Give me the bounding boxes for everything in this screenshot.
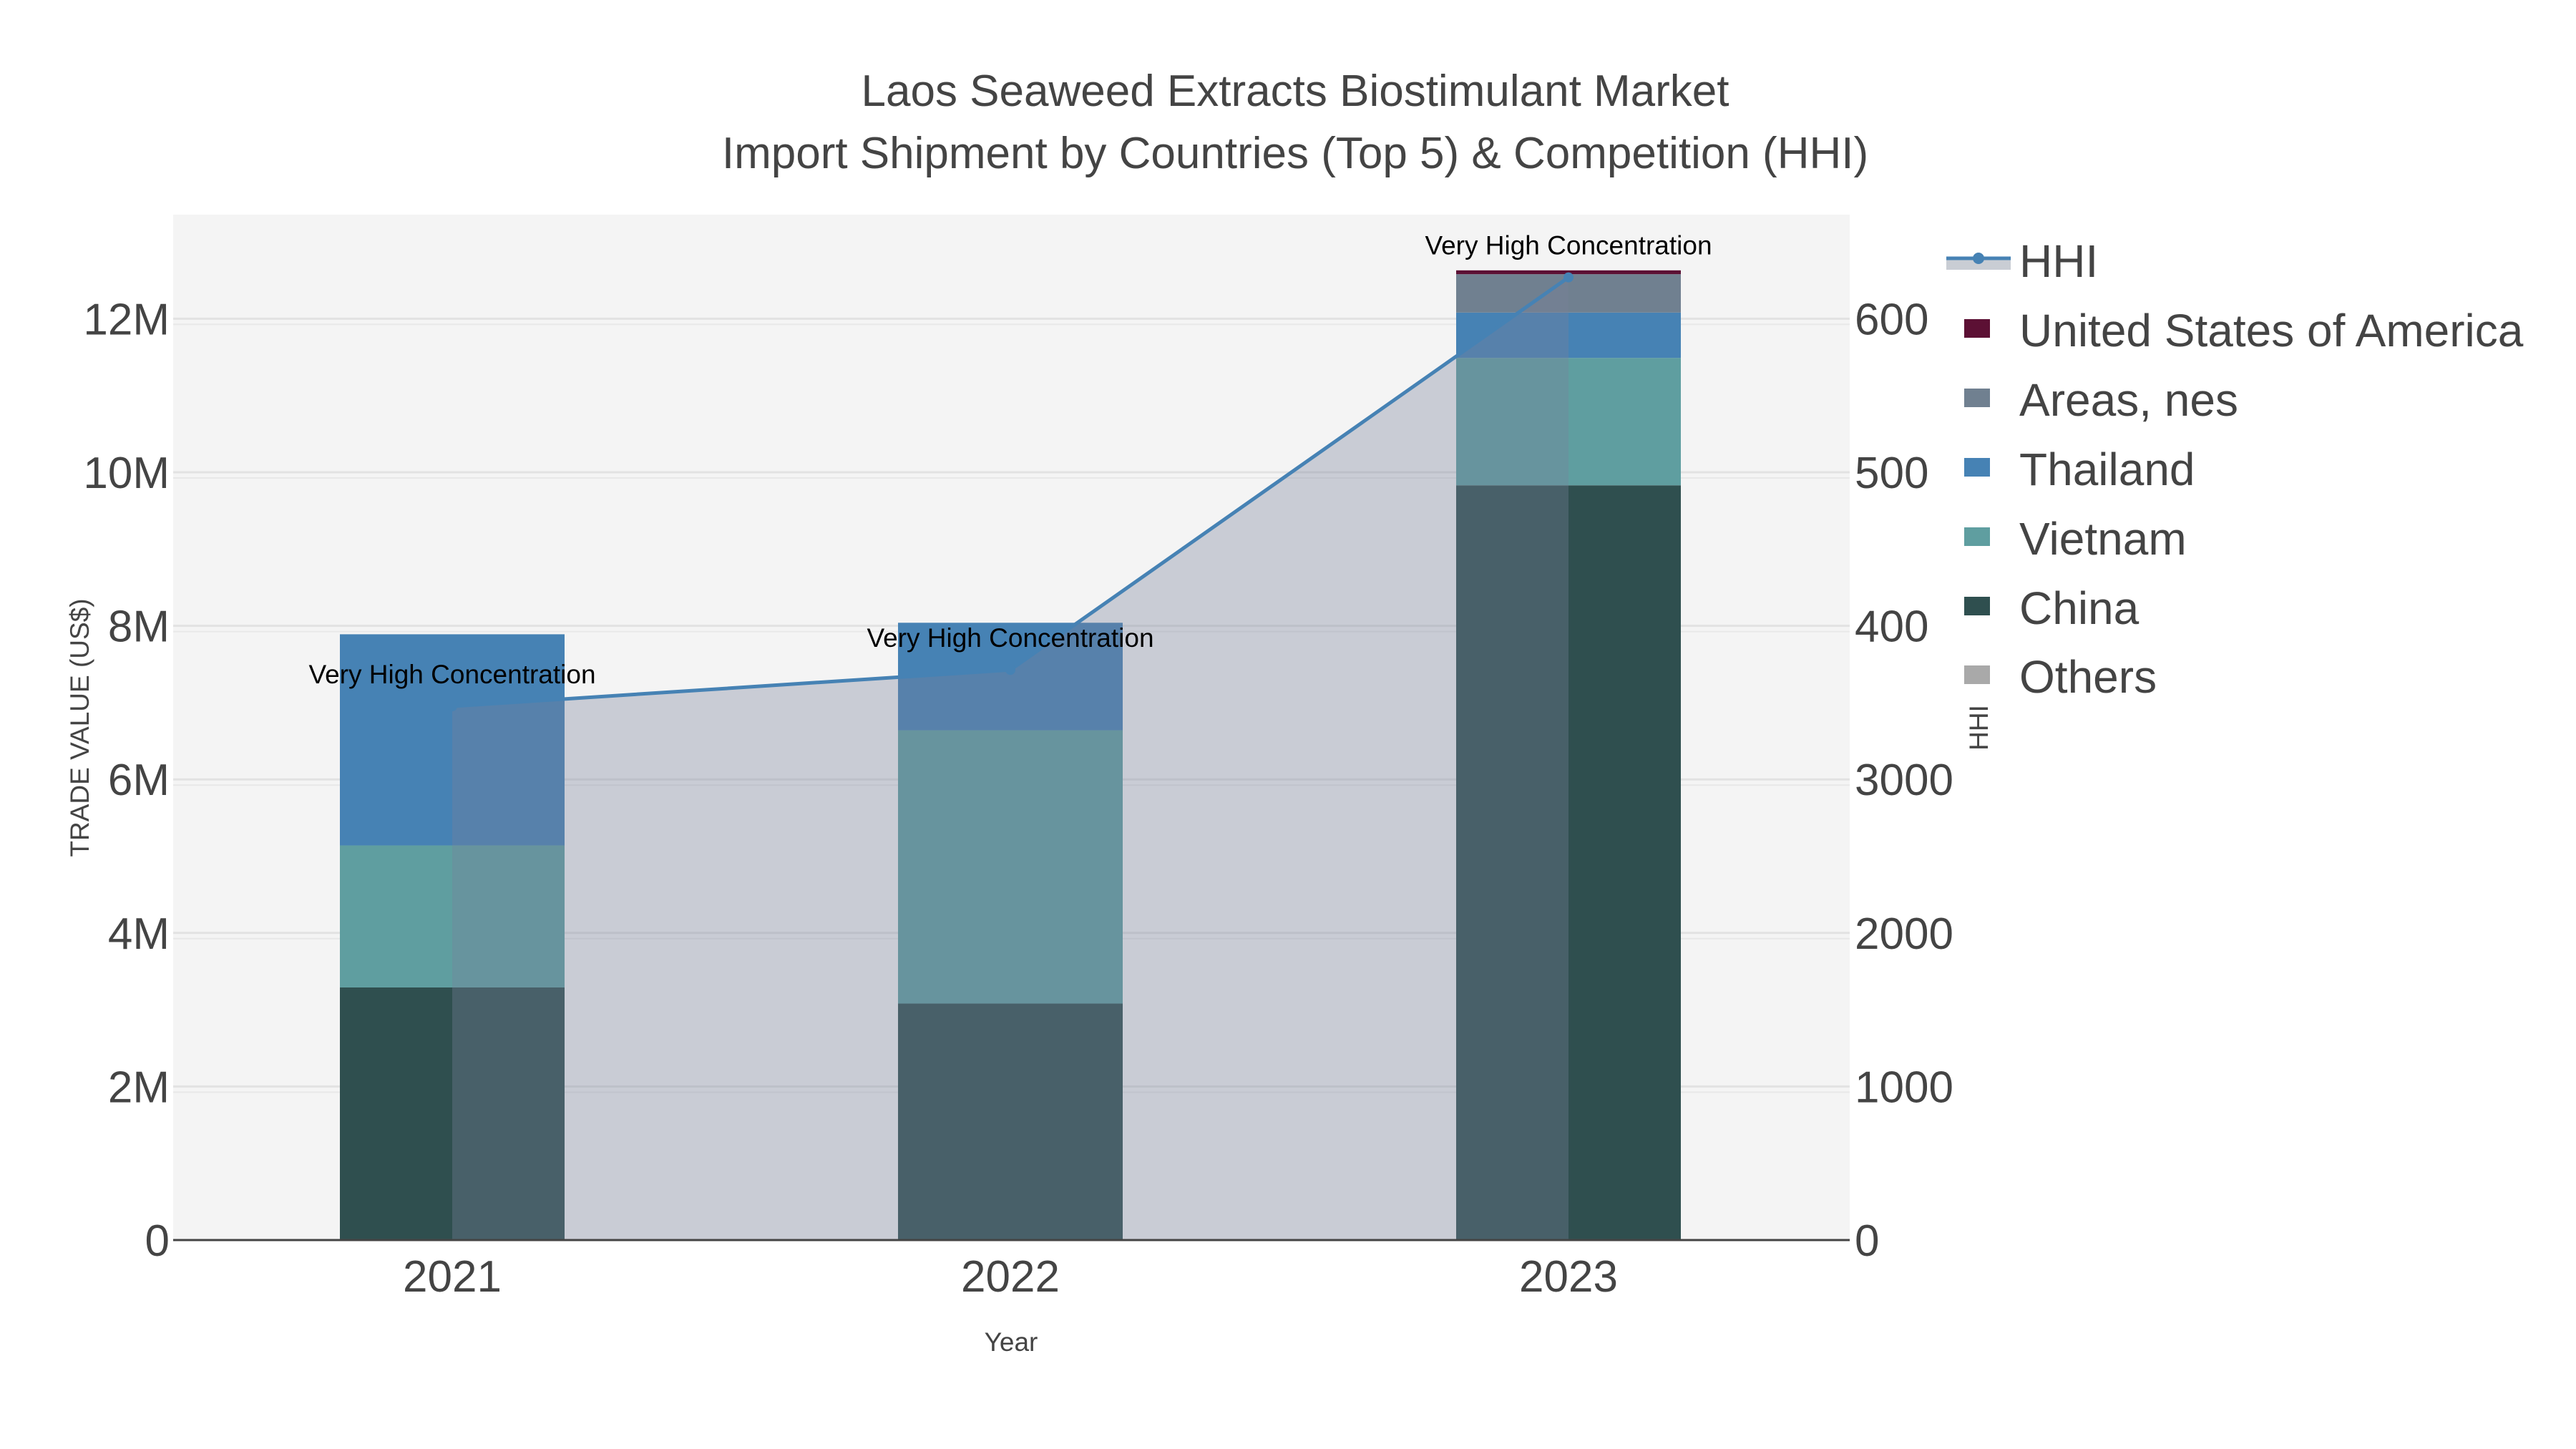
legend-swatch-vietnam <box>1964 527 1990 546</box>
legend-swatch-united-states-of-america <box>1964 319 1990 338</box>
y2-tick-label: 0 <box>1855 1216 1879 1266</box>
y-tick-label: 8M <box>108 602 170 652</box>
y2-tick-label: 2000 <box>1855 909 1953 959</box>
y-tick-label: 2M <box>108 1063 170 1112</box>
legend-item-label: Areas, nes <box>2019 374 2238 426</box>
legend-item-label: Vietnam <box>2019 513 2187 565</box>
legend-swatch-others <box>1964 665 1990 684</box>
chart: Very High Concentration Very High Concent… <box>65 67 2524 1357</box>
legend-item-label: Others <box>2019 651 2157 703</box>
y-tick-label: 0 <box>145 1216 170 1266</box>
x-tick-label: 2023 <box>1519 1252 1618 1302</box>
chart-title-line1: Laos Seaweed Extracts Biostimulant Marke… <box>862 67 1729 116</box>
legend-item-label: China <box>2019 582 2140 634</box>
hhi-point-2022 <box>1005 665 1015 675</box>
legend-swatch-china <box>1964 597 1990 615</box>
y2-tick-label: 500 <box>1855 449 1928 498</box>
legend-item-label: Thailand <box>2019 444 2195 495</box>
legend-swatch-thailand <box>1964 458 1990 477</box>
legend-hhi-marker-icon <box>1973 253 1984 264</box>
y-tick-label: 12M <box>83 295 170 344</box>
y2-tick-label: 1000 <box>1855 1063 1953 1112</box>
y-tick-label: 10M <box>83 449 170 498</box>
hhi-annotation: Very High Concentration <box>308 660 595 689</box>
y2-axis-title: HHI <box>1964 705 1994 751</box>
y2-tick-label: 600 <box>1855 295 1928 344</box>
x-tick-label: 2021 <box>403 1252 502 1302</box>
hhi-point-2021 <box>447 701 457 712</box>
y-tick-label: 4M <box>108 909 170 959</box>
x-axis-title: Year <box>985 1327 1038 1357</box>
hhi-point-2023 <box>1563 272 1574 283</box>
legend-item-label: United States of America <box>2019 305 2524 356</box>
legend-item-label: HHI <box>2019 235 2098 287</box>
x-tick-label: 2022 <box>961 1252 1060 1302</box>
hhi-annotation: Very High Concentration <box>1425 231 1712 260</box>
chart-title-line2: Import Shipment by Countries (Top 5) & C… <box>722 129 1868 178</box>
y2-tick-label: 3000 <box>1855 756 1953 805</box>
y2-tick-label: 400 <box>1855 602 1928 652</box>
legend-swatch-areas-nes <box>1964 389 1990 407</box>
y-axis-title: TRADE VALUE (US$) <box>65 598 94 857</box>
y-tick-label: 6M <box>108 756 170 805</box>
hhi-annotation: Very High Concentration <box>867 623 1153 653</box>
